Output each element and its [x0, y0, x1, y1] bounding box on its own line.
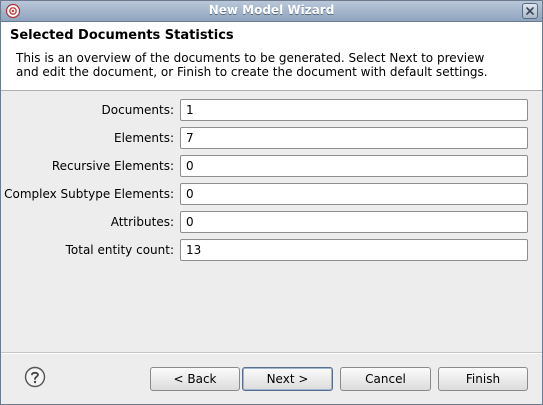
- finish-button-label: Finish: [465, 372, 501, 386]
- total-entity-count-label: Total entity count:: [65, 243, 174, 257]
- row-attributes: Attributes:: [1, 211, 542, 233]
- row-recursive-elements: Recursive Elements:: [1, 155, 542, 177]
- close-button[interactable]: [522, 3, 538, 19]
- title-bar[interactable]: New Model Wizard: [1, 1, 542, 22]
- row-documents: Documents:: [1, 99, 542, 121]
- complex-subtype-elements-label: Complex Subtype Elements:: [4, 187, 174, 201]
- help-button[interactable]: [24, 366, 46, 388]
- page-description: This is an overview of the documents to …: [16, 51, 488, 79]
- cancel-button-label: Cancel: [365, 372, 406, 386]
- attributes-field[interactable]: [180, 211, 528, 233]
- page-title: Selected Documents Statistics: [10, 28, 234, 43]
- button-bar-separator: [1, 352, 542, 354]
- finish-button[interactable]: Finish: [438, 367, 528, 391]
- cancel-button[interactable]: Cancel: [340, 367, 431, 391]
- back-button[interactable]: < Back: [150, 367, 240, 391]
- row-complex-subtype-elements: Complex Subtype Elements:: [1, 183, 542, 205]
- total-entity-count-field[interactable]: [180, 239, 528, 261]
- documents-label: Documents:: [101, 103, 174, 117]
- back-button-label: < Back: [173, 372, 217, 386]
- row-elements: Elements:: [1, 127, 542, 149]
- window-title: New Model Wizard: [208, 3, 335, 17]
- recursive-elements-label: Recursive Elements:: [51, 159, 174, 173]
- wizard-header: Selected Documents Statistics This is an…: [1, 22, 542, 91]
- help-icon: [24, 366, 46, 388]
- wizard-window: New Model Wizard Selected Documents Stat…: [0, 0, 543, 405]
- next-button-label: Next >: [266, 372, 309, 386]
- next-button[interactable]: Next >: [242, 367, 333, 391]
- elements-label: Elements:: [114, 131, 174, 145]
- close-icon: [526, 7, 534, 15]
- complex-subtype-elements-field[interactable]: [180, 183, 528, 205]
- documents-field[interactable]: [180, 99, 528, 121]
- elements-field[interactable]: [180, 127, 528, 149]
- recursive-elements-field[interactable]: [180, 155, 528, 177]
- attributes-label: Attributes:: [110, 215, 174, 229]
- row-total-entity-count: Total entity count:: [1, 239, 542, 261]
